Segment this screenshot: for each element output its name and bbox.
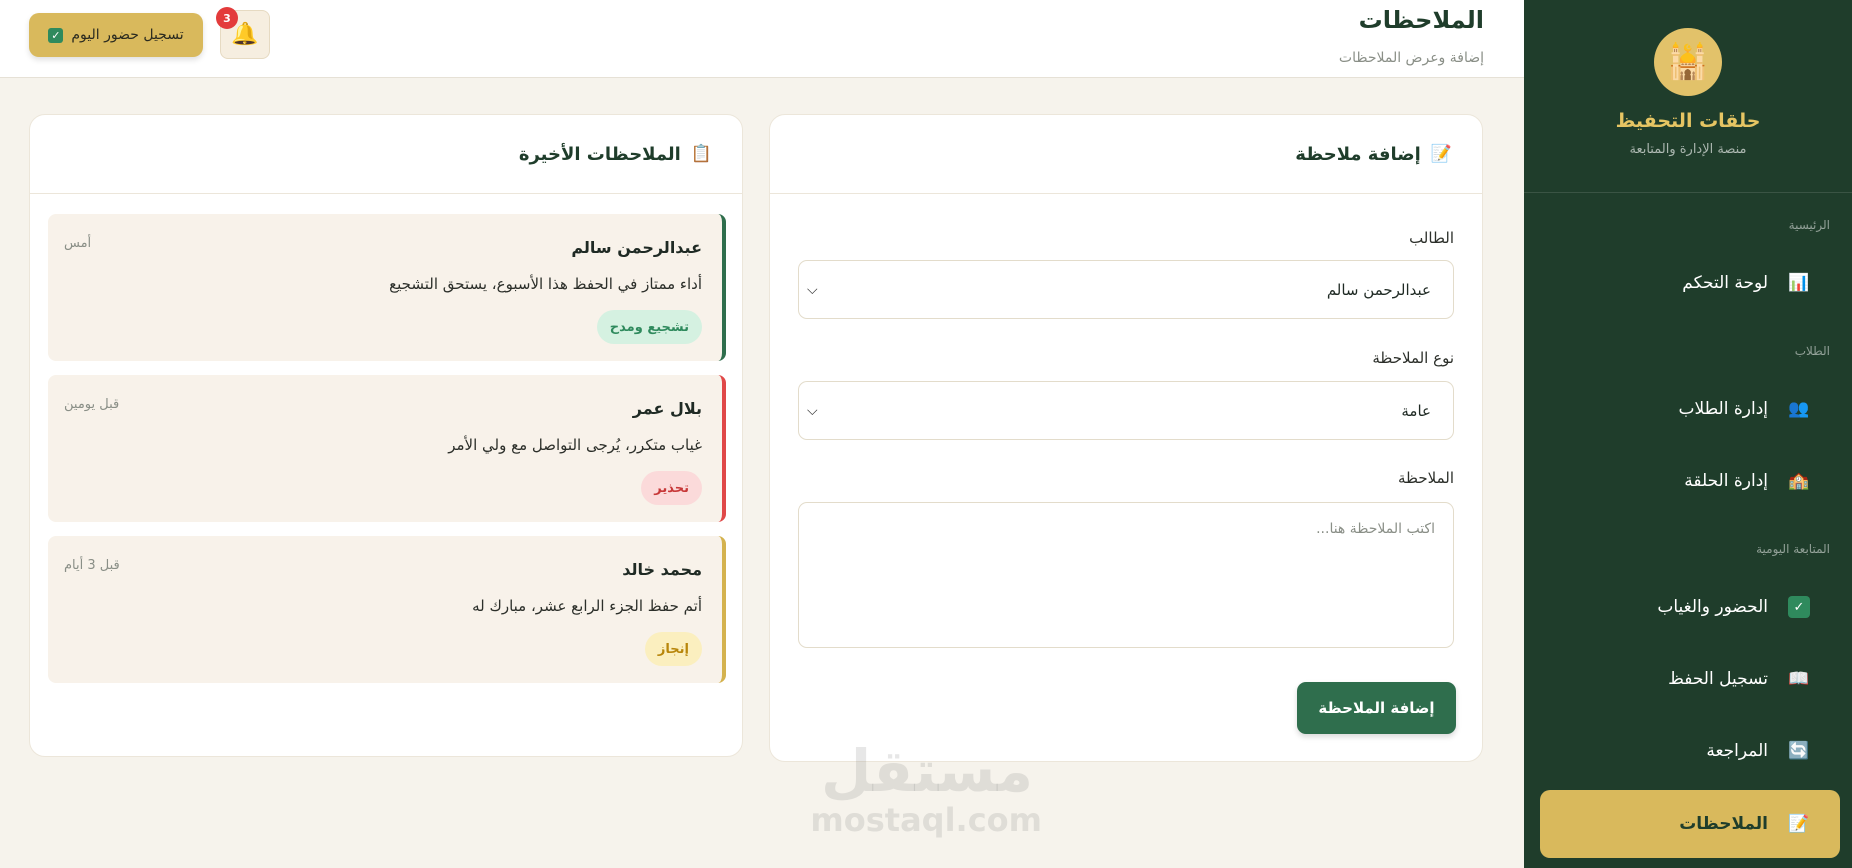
mosque-logo-icon: 🕌 — [1654, 28, 1722, 96]
recent-notes-card: 📋 الملاحظات الأخيرة عبدالرحمن سالم أمس أ… — [29, 114, 743, 757]
clipboard-icon: 📋 — [690, 144, 712, 164]
sidebar-item-memorization[interactable]: 📖 تسجيل الحفظ — [1540, 645, 1840, 713]
sidebar-item-students[interactable]: 👥 إدارة الطلاب — [1540, 375, 1840, 443]
sidebar-item-label: تسجيل الحفظ — [1668, 669, 1768, 689]
brand-subtitle: منصة الإدارة والمتابعة — [1629, 142, 1747, 157]
brand-title: حلقات التحفيظ — [1615, 110, 1761, 132]
note-tag: تحذير — [641, 471, 702, 505]
notification-count-badge: 3 — [216, 7, 238, 29]
page-subtitle: إضافة وعرض الملاحظات — [1338, 50, 1484, 66]
record-attendance-button[interactable]: تسجيل حضور اليوم ✓ — [29, 13, 203, 57]
sidebar-item-notes[interactable]: 📝 الملاحظات — [1540, 790, 1840, 858]
sidebar-item-circle[interactable]: 🏫 إدارة الحلقة — [1540, 447, 1840, 515]
users-icon: 👥 — [1788, 399, 1810, 419]
note-textarea-placeholder: اكتب الملاحظة هنا... — [1316, 521, 1435, 537]
note-tag: إنجاز — [644, 632, 702, 666]
note-item[interactable]: محمد خالد قبل 3 أيام أتم حفظ الجزء الراب… — [48, 536, 726, 683]
nav-section-students: الطلاب — [1794, 344, 1830, 358]
sidebar-item-review[interactable]: 🔄 المراجعة — [1540, 717, 1840, 785]
add-note-title: إضافة ملاحظة — [1295, 143, 1421, 165]
sidebar: 🕌 حلقات التحفيظ منصة الإدارة والمتابعة ا… — [1524, 0, 1852, 868]
add-note-header: 📝 إضافة ملاحظة — [770, 115, 1482, 194]
add-note-button[interactable]: إضافة الملاحظة — [1297, 682, 1456, 734]
note-type-select-value: عامة — [1401, 401, 1431, 420]
student-select-value: عبدالرحمن سالم — [1326, 280, 1431, 299]
note-student-name: بلال عمر — [632, 399, 702, 418]
memo-icon: 📝 — [1430, 144, 1452, 164]
top-header: الملاحظات إضافة وعرض الملاحظات تسجيل حضو… — [0, 0, 1524, 78]
refresh-icon: 🔄 — [1788, 741, 1810, 761]
note-item[interactable]: عبدالرحمن سالم أمس أداء ممتاز في الحفظ ه… — [48, 214, 726, 361]
book-icon: 📖 — [1788, 669, 1810, 689]
note-student-name: عبدالرحمن سالم — [571, 238, 702, 257]
note-type-select[interactable]: عامة ⌵ — [798, 381, 1454, 440]
note-item[interactable]: بلال عمر قبل يومين غياب متكرر، يُرجى الت… — [48, 375, 726, 522]
sidebar-item-label: لوحة التحكم — [1682, 273, 1768, 293]
sidebar-item-label: إدارة الحلقة — [1684, 471, 1768, 491]
brand: 🕌 حلقات التحفيظ منصة الإدارة والمتابعة — [1524, 0, 1852, 193]
nav-section-daily: المتابعة اليومية — [1756, 542, 1830, 556]
bell-icon: 🔔 — [231, 22, 259, 47]
watermark: مستقل mostaql.com — [810, 737, 1042, 839]
sidebar-item-label: المراجعة — [1706, 741, 1768, 761]
note-text: أتم حفظ الجزء الرابع عشر، مبارك له — [472, 597, 702, 615]
page-title: الملاحظات — [1358, 6, 1484, 34]
memo-icon: 📝 — [1788, 814, 1810, 834]
note-time: قبل يومين — [64, 397, 120, 412]
chevron-down-icon: ⌵ — [807, 281, 818, 298]
chart-icon: 📊 — [1788, 273, 1810, 293]
check-icon: ✓ — [48, 27, 64, 43]
chevron-down-icon: ⌵ — [807, 402, 818, 419]
checkbox-icon: ✓ — [1788, 596, 1810, 618]
note-type-label: نوع الملاحظة — [1372, 349, 1454, 367]
student-label: الطالب — [1409, 229, 1454, 247]
note-time: أمس — [64, 236, 92, 251]
add-note-card: 📝 إضافة ملاحظة الطالب عبدالرحمن سالم ⌵ ن… — [769, 114, 1483, 762]
note-text: أداء ممتاز في الحفظ هذا الأسبوع، يستحق ا… — [389, 275, 702, 293]
nav-section-main: الرئيسية — [1788, 218, 1830, 232]
attendance-button-label: تسجيل حضور اليوم — [71, 27, 184, 43]
watermark-arabic: مستقل — [820, 737, 1034, 805]
watermark-latin: mostaql.com — [810, 801, 1042, 839]
sidebar-item-label: الحضور والغياب — [1657, 597, 1768, 617]
note-student-name: محمد خالد — [622, 560, 702, 579]
note-text-label: الملاحظة — [1398, 469, 1454, 487]
note-tag: تشجيع ومدح — [596, 310, 702, 344]
student-select[interactable]: عبدالرحمن سالم ⌵ — [798, 260, 1454, 319]
note-text: غياب متكرر، يُرجى التواصل مع ولي الأمر — [448, 436, 702, 454]
recent-notes-header: 📋 الملاحظات الأخيرة — [30, 115, 742, 194]
sidebar-item-dashboard[interactable]: 📊 لوحة التحكم — [1540, 249, 1840, 317]
sidebar-item-label: إدارة الطلاب — [1678, 399, 1768, 419]
note-time: قبل 3 أيام — [64, 558, 120, 573]
sidebar-item-label: الملاحظات — [1679, 814, 1768, 834]
note-textarea[interactable]: اكتب الملاحظة هنا... — [798, 502, 1454, 648]
sidebar-item-attendance[interactable]: ✓ الحضور والغياب — [1540, 573, 1840, 641]
recent-notes-title: الملاحظات الأخيرة — [518, 143, 681, 165]
school-icon: 🏫 — [1788, 471, 1810, 491]
